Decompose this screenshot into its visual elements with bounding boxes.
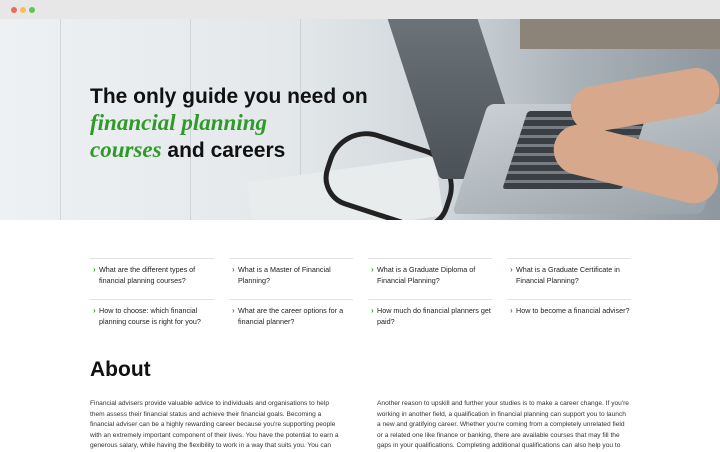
wood-plank-line <box>60 19 61 220</box>
hero-title: The only guide you need on financial pla… <box>90 84 410 164</box>
quick-link-label: How to become a financial adviser? <box>516 306 630 315</box>
book-image <box>520 19 720 49</box>
quick-link-career-options[interactable]: › What are the career options for a fina… <box>229 299 353 327</box>
chevron-right-icon: › <box>510 306 513 315</box>
chevron-right-icon: › <box>93 265 96 274</box>
hero-title-line1: The only guide you need on <box>90 85 368 108</box>
quick-link-label: How to choose: which financial planning … <box>99 306 201 326</box>
hero-title-accent: financial planning <box>90 110 268 135</box>
hero-title-end: and careers <box>161 139 286 162</box>
chevron-right-icon: › <box>93 306 96 315</box>
quick-link-course-types[interactable]: › What are the different types of financ… <box>90 258 214 286</box>
chevron-right-icon: › <box>510 265 513 274</box>
quick-link-label: How much do financial planners get paid? <box>377 306 491 326</box>
quick-link-label: What are the career options for a financ… <box>238 306 344 326</box>
quick-link-become-adviser[interactable]: › How to become a financial adviser? <box>507 299 631 317</box>
chevron-right-icon: › <box>371 265 374 274</box>
window-minimize-dot[interactable] <box>20 7 26 13</box>
chevron-right-icon: › <box>232 265 235 274</box>
quick-link-label: What is a Graduate Diploma of Financial … <box>377 265 476 285</box>
hero-banner: The only guide you need on financial pla… <box>0 19 720 220</box>
window-maximize-dot[interactable] <box>29 7 35 13</box>
chevron-right-icon: › <box>371 306 374 315</box>
hero-title-accent: courses <box>90 137 162 162</box>
about-text-right: Another reason to upskill and further yo… <box>377 400 629 449</box>
quick-link-label: What is a Master of Financial Planning? <box>238 265 331 285</box>
browser-chrome <box>0 0 720 19</box>
about-heading: About <box>90 358 151 381</box>
quick-link-graduate-diploma[interactable]: › What is a Graduate Diploma of Financia… <box>368 258 492 286</box>
quick-link-salary[interactable]: › How much do financial planners get pai… <box>368 299 492 327</box>
quick-link-label: What is a Graduate Certificate in Financ… <box>516 265 620 285</box>
quick-link-master[interactable]: › What is a Master of Financial Planning… <box>229 258 353 286</box>
quick-link-choose-course[interactable]: › How to choose: which financial plannin… <box>90 299 214 327</box>
chevron-right-icon: › <box>232 306 235 315</box>
quick-link-label: What are the different types of financia… <box>99 265 196 285</box>
quick-link-graduate-certificate[interactable]: › What is a Graduate Certificate in Fina… <box>507 258 631 286</box>
about-text-left: Financial advisers provide valuable advi… <box>90 400 339 449</box>
window-close-dot[interactable] <box>11 7 17 13</box>
